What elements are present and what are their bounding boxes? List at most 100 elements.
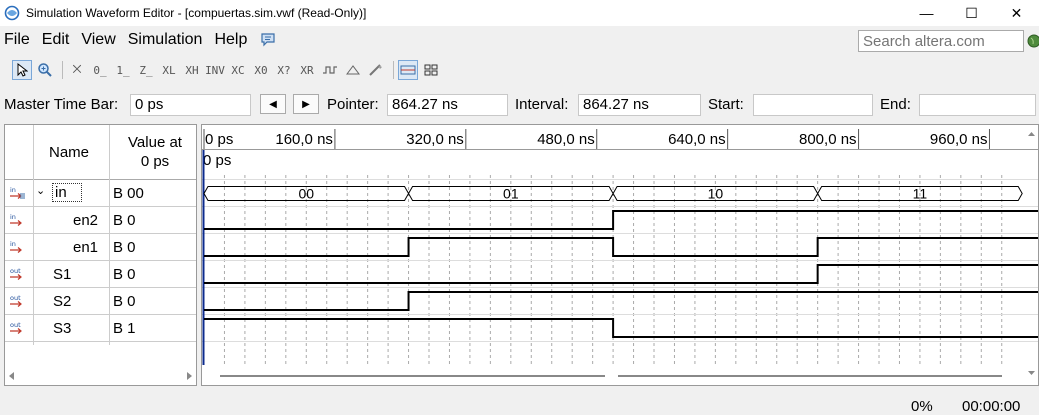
- toolbar-separator: [62, 61, 63, 79]
- waveform-panel[interactable]: 0 ps 160,0 ns 320,0 ns 480,0 ns 640,0 ns 800,…: [201, 124, 1039, 386]
- signal-value: B 1: [113, 320, 136, 337]
- end-label: End:: [880, 96, 911, 113]
- waveform-trace: [204, 318, 1038, 338]
- master-time-bar-label: Master Time Bar:: [4, 96, 119, 113]
- feedback-icon[interactable]: [259, 31, 277, 49]
- menu-file[interactable]: File: [0, 31, 38, 49]
- value-header-line1: Value at: [128, 134, 182, 151]
- scroll-up-arrow-icon: [1028, 132, 1035, 136]
- signal-name[interactable]: S3: [53, 320, 71, 337]
- start-label: Start:: [708, 96, 744, 113]
- zoom-tool-icon[interactable]: [35, 60, 55, 80]
- master-time-bar-field[interactable]: 0 ps: [130, 94, 251, 116]
- input-pin-icon: in: [10, 213, 22, 226]
- signal-row[interactable]: in en2 B 0: [5, 207, 196, 234]
- time-bar-row: Master Time Bar: 0 ps ◀ ▶ Pointer: 864.2…: [0, 92, 1039, 118]
- dont-care-icon[interactable]: X?: [274, 60, 294, 80]
- toolbar-separator: [393, 61, 394, 79]
- snap-grid-icon[interactable]: [398, 60, 418, 80]
- signal-list-scrollbar[interactable]: [5, 369, 196, 383]
- signal-value: B 0: [113, 266, 136, 283]
- random-icon[interactable]: XR: [297, 60, 317, 80]
- time-tick-label: 640,0 ns: [668, 131, 726, 148]
- clock-icon[interactable]: [320, 60, 340, 80]
- window-title: Simulation Waveform Editor - [compuertas…: [26, 6, 367, 20]
- group-icon[interactable]: [421, 60, 441, 80]
- signal-row[interactable]: out S3 B 1: [5, 315, 196, 342]
- menu-edit[interactable]: Edit: [38, 31, 78, 49]
- bus-value-label: 00: [298, 186, 314, 202]
- weak-high-icon[interactable]: XH: [182, 60, 202, 80]
- input-pin-icon: in: [10, 186, 25, 199]
- time-tick-label: 0 ps: [205, 131, 233, 148]
- name-column-header[interactable]: Name: [49, 144, 89, 161]
- signal-name[interactable]: S2: [53, 293, 71, 310]
- signal-name[interactable]: S1: [53, 266, 71, 283]
- time-tick-label: 960,0 ns: [930, 131, 988, 148]
- signal-row[interactable]: in ⌄ in B 00: [5, 180, 196, 207]
- overwrite-icon[interactable]: [343, 60, 363, 80]
- title-bar: Simulation Waveform Editor - [compuertas…: [0, 0, 1039, 26]
- time-tick-label: 320,0 ns: [406, 131, 464, 148]
- input-pin-icon: in: [10, 240, 22, 253]
- prev-transition-button[interactable]: ◀: [260, 94, 286, 114]
- menu-bar: File Edit View Simulation Help: [0, 26, 1039, 54]
- weak-low-icon[interactable]: XL: [159, 60, 179, 80]
- time-tick-label: 160,0 ns: [275, 131, 333, 148]
- search-input[interactable]: [858, 30, 1024, 52]
- minimize-button[interactable]: —: [904, 0, 949, 26]
- menu-simulation[interactable]: Simulation: [124, 31, 211, 49]
- value-header-line2: 0 ps: [140, 153, 170, 170]
- selection-tool-icon[interactable]: [12, 60, 32, 80]
- pointer-field: 864.27 ns: [387, 94, 508, 116]
- signal-name[interactable]: in: [52, 183, 82, 202]
- globe-icon[interactable]: [1026, 32, 1039, 50]
- signal-value: B 0: [113, 239, 136, 256]
- pointer-label: Pointer:: [327, 96, 379, 113]
- menu-help[interactable]: Help: [210, 31, 255, 49]
- interval-field: 864.27 ns: [578, 94, 701, 116]
- signal-row[interactable]: out S1 B 0: [5, 261, 196, 288]
- value-column-header[interactable]: Value at 0 ps: [115, 133, 195, 171]
- x-value-icon[interactable]: ⨉: [67, 60, 87, 80]
- signal-name[interactable]: en1: [73, 239, 98, 256]
- start-field: [753, 94, 873, 116]
- output-pin-icon: out: [10, 294, 22, 307]
- end-field: [919, 94, 1036, 116]
- zero-value-icon[interactable]: 0̲: [90, 60, 110, 80]
- bus-value-label: 01: [503, 186, 519, 202]
- svg-text:in: in: [10, 240, 16, 248]
- close-button[interactable]: ✕: [994, 0, 1039, 26]
- signal-value: B 00: [113, 185, 144, 202]
- x-unknown-icon[interactable]: X0: [251, 60, 271, 80]
- waveform-trace: [204, 237, 1038, 257]
- toolbar: ⨉ 0̲ 1̲ Z̲ XL XH INV XC X0 X? XR: [0, 58, 1039, 82]
- app-icon: [4, 5, 20, 21]
- svg-text:out: out: [10, 321, 21, 329]
- signal-row[interactable]: in en1 B 0: [5, 234, 196, 261]
- waveform-trace: [204, 291, 1038, 311]
- output-pin-icon: out: [10, 321, 22, 334]
- progress-percent: 0%: [911, 398, 933, 415]
- waveform-canvas[interactable]: 0 ps 160,0 ns 320,0 ns 480,0 ns 640,0 ns 800,…: [202, 125, 1038, 385]
- svg-text:out: out: [10, 294, 21, 302]
- signal-name[interactable]: en2: [73, 212, 98, 229]
- time-tick-label: 800,0 ns: [799, 131, 857, 148]
- arbitrary-value-icon[interactable]: [366, 60, 386, 80]
- master-time-marker-label: 0 ps: [203, 152, 231, 169]
- menu-view[interactable]: View: [77, 31, 123, 49]
- output-pin-icon: out: [10, 267, 22, 280]
- one-value-icon[interactable]: 1̲: [113, 60, 133, 80]
- signal-row[interactable]: out S2 B 0: [5, 288, 196, 315]
- time-tick-label: 480,0 ns: [537, 131, 595, 148]
- waveform-trace: [204, 210, 1038, 230]
- maximize-button[interactable]: ☐: [949, 0, 994, 26]
- invert-icon[interactable]: INV: [205, 60, 225, 80]
- next-transition-button[interactable]: ▶: [293, 94, 319, 114]
- waveform-trace: [204, 264, 1038, 284]
- count-value-icon[interactable]: XC: [228, 60, 248, 80]
- expand-chevron-icon[interactable]: ⌄: [36, 184, 45, 197]
- svg-text:in: in: [10, 186, 16, 194]
- z-value-icon[interactable]: Z̲: [136, 60, 156, 80]
- svg-text:in: in: [10, 213, 16, 221]
